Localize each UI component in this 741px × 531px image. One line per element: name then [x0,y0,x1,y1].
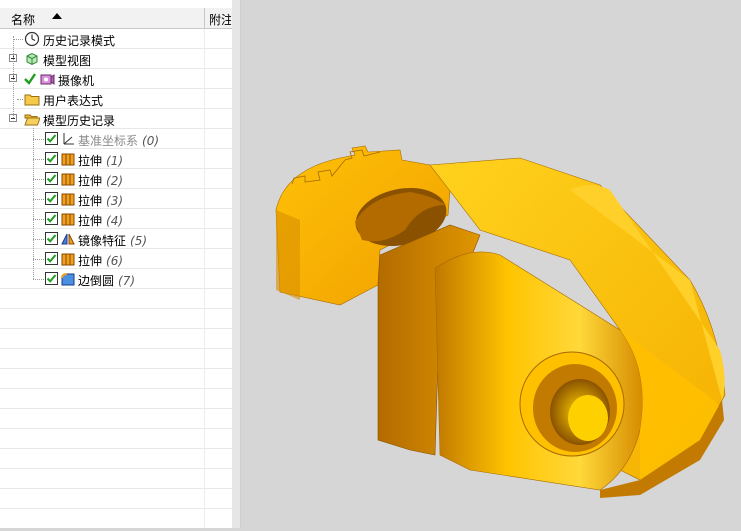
tree-node-label: 镜像特征 (5) [78,234,148,248]
mirror-feature-icon [61,233,75,245]
tree-node-label: 模型视图 [43,54,92,68]
tree-connector [33,179,44,180]
feature-checkbox[interactable] [45,252,58,265]
empty-row [0,389,232,409]
empty-row [0,349,232,369]
tree-connector [33,139,44,140]
empty-row [0,449,232,469]
extrude-icon [61,153,75,166]
graphics-viewport[interactable] [241,0,741,528]
empty-row [0,469,232,489]
tree-node-label: 历史记录模式 [43,34,116,48]
extrude-icon [61,213,75,226]
tree-connector [17,99,23,100]
feature-checkbox[interactable] [45,272,58,285]
extrude-icon [61,173,75,186]
tree-node-label: 摄像机 [58,74,95,88]
empty-row [0,429,232,449]
feature-checkbox[interactable] [45,212,58,225]
sort-ascending-icon[interactable] [52,13,62,19]
feature-checkbox[interactable] [45,132,58,145]
model-views-icon [26,52,38,66]
tree-connector [33,239,44,240]
tree-connector [33,279,44,280]
tree-node-label: 基准坐标系 (0) [78,134,160,148]
extrude-icon [61,193,75,206]
tree-connector [13,39,23,40]
tree-node-label: 模型历史记录 [43,114,116,128]
datum-csys-icon [63,133,74,145]
edge-blend-icon [61,273,75,286]
tree-node-label: 拉伸 (1) [78,154,124,168]
tree-node-label: 拉伸 (6) [78,254,124,268]
column-header: 名称 附注 [0,8,232,29]
empty-row [0,509,232,528]
3d-part-model[interactable] [241,0,741,528]
feature-checkbox[interactable] [45,192,58,205]
column-name-header[interactable]: 名称 [11,11,35,28]
tree-node-history-mode[interactable]: 历史记录模式 [0,29,232,49]
empty-row [0,309,232,329]
empty-row [0,289,232,309]
tree-node-label: 拉伸 (4) [78,214,124,228]
panel-splitter[interactable] [232,0,241,528]
empty-row [0,489,232,509]
tree-node-label: 拉伸 (2) [78,174,124,188]
feature-checkbox[interactable] [45,232,58,245]
column-attach-header[interactable]: 附注 [209,11,231,28]
tree-connector [33,128,34,279]
empty-row [0,329,232,349]
extrude-icon [61,253,75,266]
check-mark-icon [24,73,36,85]
tree-node-model-history[interactable]: 模型历史记录 [0,109,232,129]
tree-connector [13,36,14,118]
feature-checkbox[interactable] [45,152,58,165]
tree-node-model-views[interactable]: 模型视图 [0,49,232,69]
clock-icon [24,31,40,47]
tree-node-cameras[interactable]: 摄像机 [0,69,232,89]
camera-icon [40,74,55,85]
tree-connector [33,159,44,160]
tree-connector [33,199,44,200]
tree-node-label: 用户表达式 [43,94,104,108]
open-folder-icon [24,114,40,126]
folder-icon [24,94,40,106]
tree-node-label: 边倒圆 (7) [78,274,136,288]
empty-row [0,409,232,429]
tree-node-label: 拉伸 (3) [78,194,124,208]
feature-checkbox[interactable] [45,172,58,185]
part-navigator-panel: 名称 附注 历史记录模式 模型视图 摄像机 用户表达式 模型历史记录 基准坐标系… [0,0,233,528]
empty-row [0,369,232,389]
tree-connector [33,219,44,220]
column-divider[interactable] [204,8,205,28]
tree-node-user-expressions[interactable]: 用户表达式 [0,89,232,109]
tree-connector [33,259,44,260]
